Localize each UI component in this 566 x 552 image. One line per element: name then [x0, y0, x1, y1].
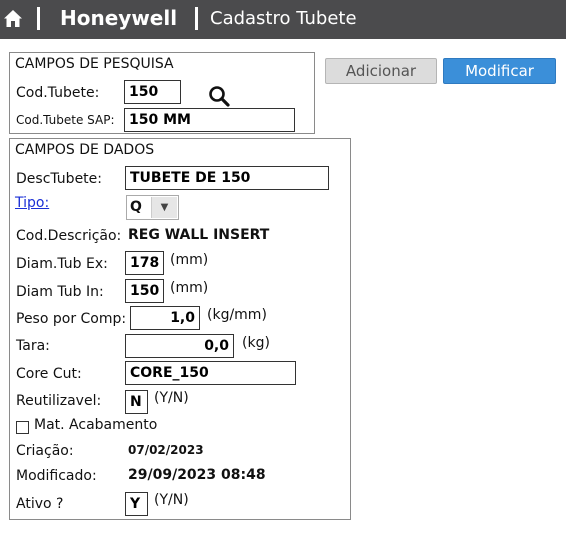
home-icon[interactable] — [3, 9, 23, 29]
page-title: Cadastro Tubete — [210, 8, 357, 29]
search-button[interactable] — [206, 83, 232, 109]
cod-descricao-label: Cod.Descrição: — [16, 228, 122, 244]
tara-input[interactable] — [125, 334, 234, 358]
reutilizavel-unit: (Y/N) — [154, 390, 189, 406]
chevron-down-icon[interactable]: ▼ — [151, 197, 177, 218]
peso-input[interactable] — [130, 306, 200, 330]
diam-ex-label: Diam.Tub Ex: — [16, 256, 108, 272]
criacao-label: Criação: — [16, 443, 74, 459]
ativo-input[interactable] — [125, 492, 148, 516]
peso-unit: (kg/mm) — [207, 307, 267, 323]
core-cut-label: Core Cut: — [16, 366, 82, 382]
reutilizavel-label: Reutilizavel: — [16, 393, 102, 409]
data-section-title: CAMPOS DE DADOS — [15, 142, 155, 158]
ativo-unit: (Y/N) — [154, 492, 189, 508]
search-section-title: CAMPOS DE PESQUISA — [15, 56, 174, 72]
modificado-label: Modificado: — [16, 468, 97, 484]
tipo-link[interactable]: Tipo: — [15, 195, 49, 211]
tara-label: Tara: — [16, 338, 50, 354]
header-divider — [37, 7, 40, 30]
modify-button[interactable]: Modificar — [443, 58, 556, 84]
cod-sap-input[interactable] — [124, 108, 295, 132]
tipo-select-value: Q — [130, 199, 142, 215]
desc-tubete-label: DescTubete: — [16, 171, 103, 187]
top-bar: Honeywell Cadastro Tubete — [0, 0, 566, 39]
diam-in-unit: (mm) — [170, 280, 209, 296]
cod-sap-label: Cod.Tubete SAP: — [16, 113, 115, 127]
criacao-value: 07/02/2023 — [128, 443, 204, 457]
add-button[interactable]: Adicionar — [325, 58, 437, 84]
magnifier-icon — [209, 86, 230, 107]
tipo-select[interactable]: Q ▼ — [126, 195, 179, 220]
desc-tubete-input[interactable] — [125, 166, 329, 190]
ativo-label: Ativo ? — [16, 496, 64, 512]
cod-tubete-input[interactable] — [124, 80, 181, 104]
cod-tubete-label: Cod.Tubete: — [16, 85, 100, 101]
diam-in-label: Diam Tub In: — [16, 284, 104, 300]
reutilizavel-input[interactable] — [125, 390, 148, 414]
modificado-value: 29/09/2023 08:48 — [128, 467, 266, 483]
diam-ex-unit: (mm) — [170, 252, 209, 268]
peso-label: Peso por Comp: — [16, 311, 127, 327]
mat-acabamento-checkbox[interactable] — [16, 421, 29, 434]
cod-descricao-value: REG WALL INSERT — [128, 227, 270, 243]
brand-logo: Honeywell — [60, 6, 178, 30]
tara-unit: (kg) — [242, 335, 270, 351]
header-divider — [195, 7, 198, 30]
mat-acabamento-label: Mat. Acabamento — [34, 417, 158, 433]
diam-ex-input[interactable] — [125, 251, 164, 275]
core-cut-input[interactable] — [125, 361, 296, 385]
diam-in-input[interactable] — [125, 279, 164, 303]
